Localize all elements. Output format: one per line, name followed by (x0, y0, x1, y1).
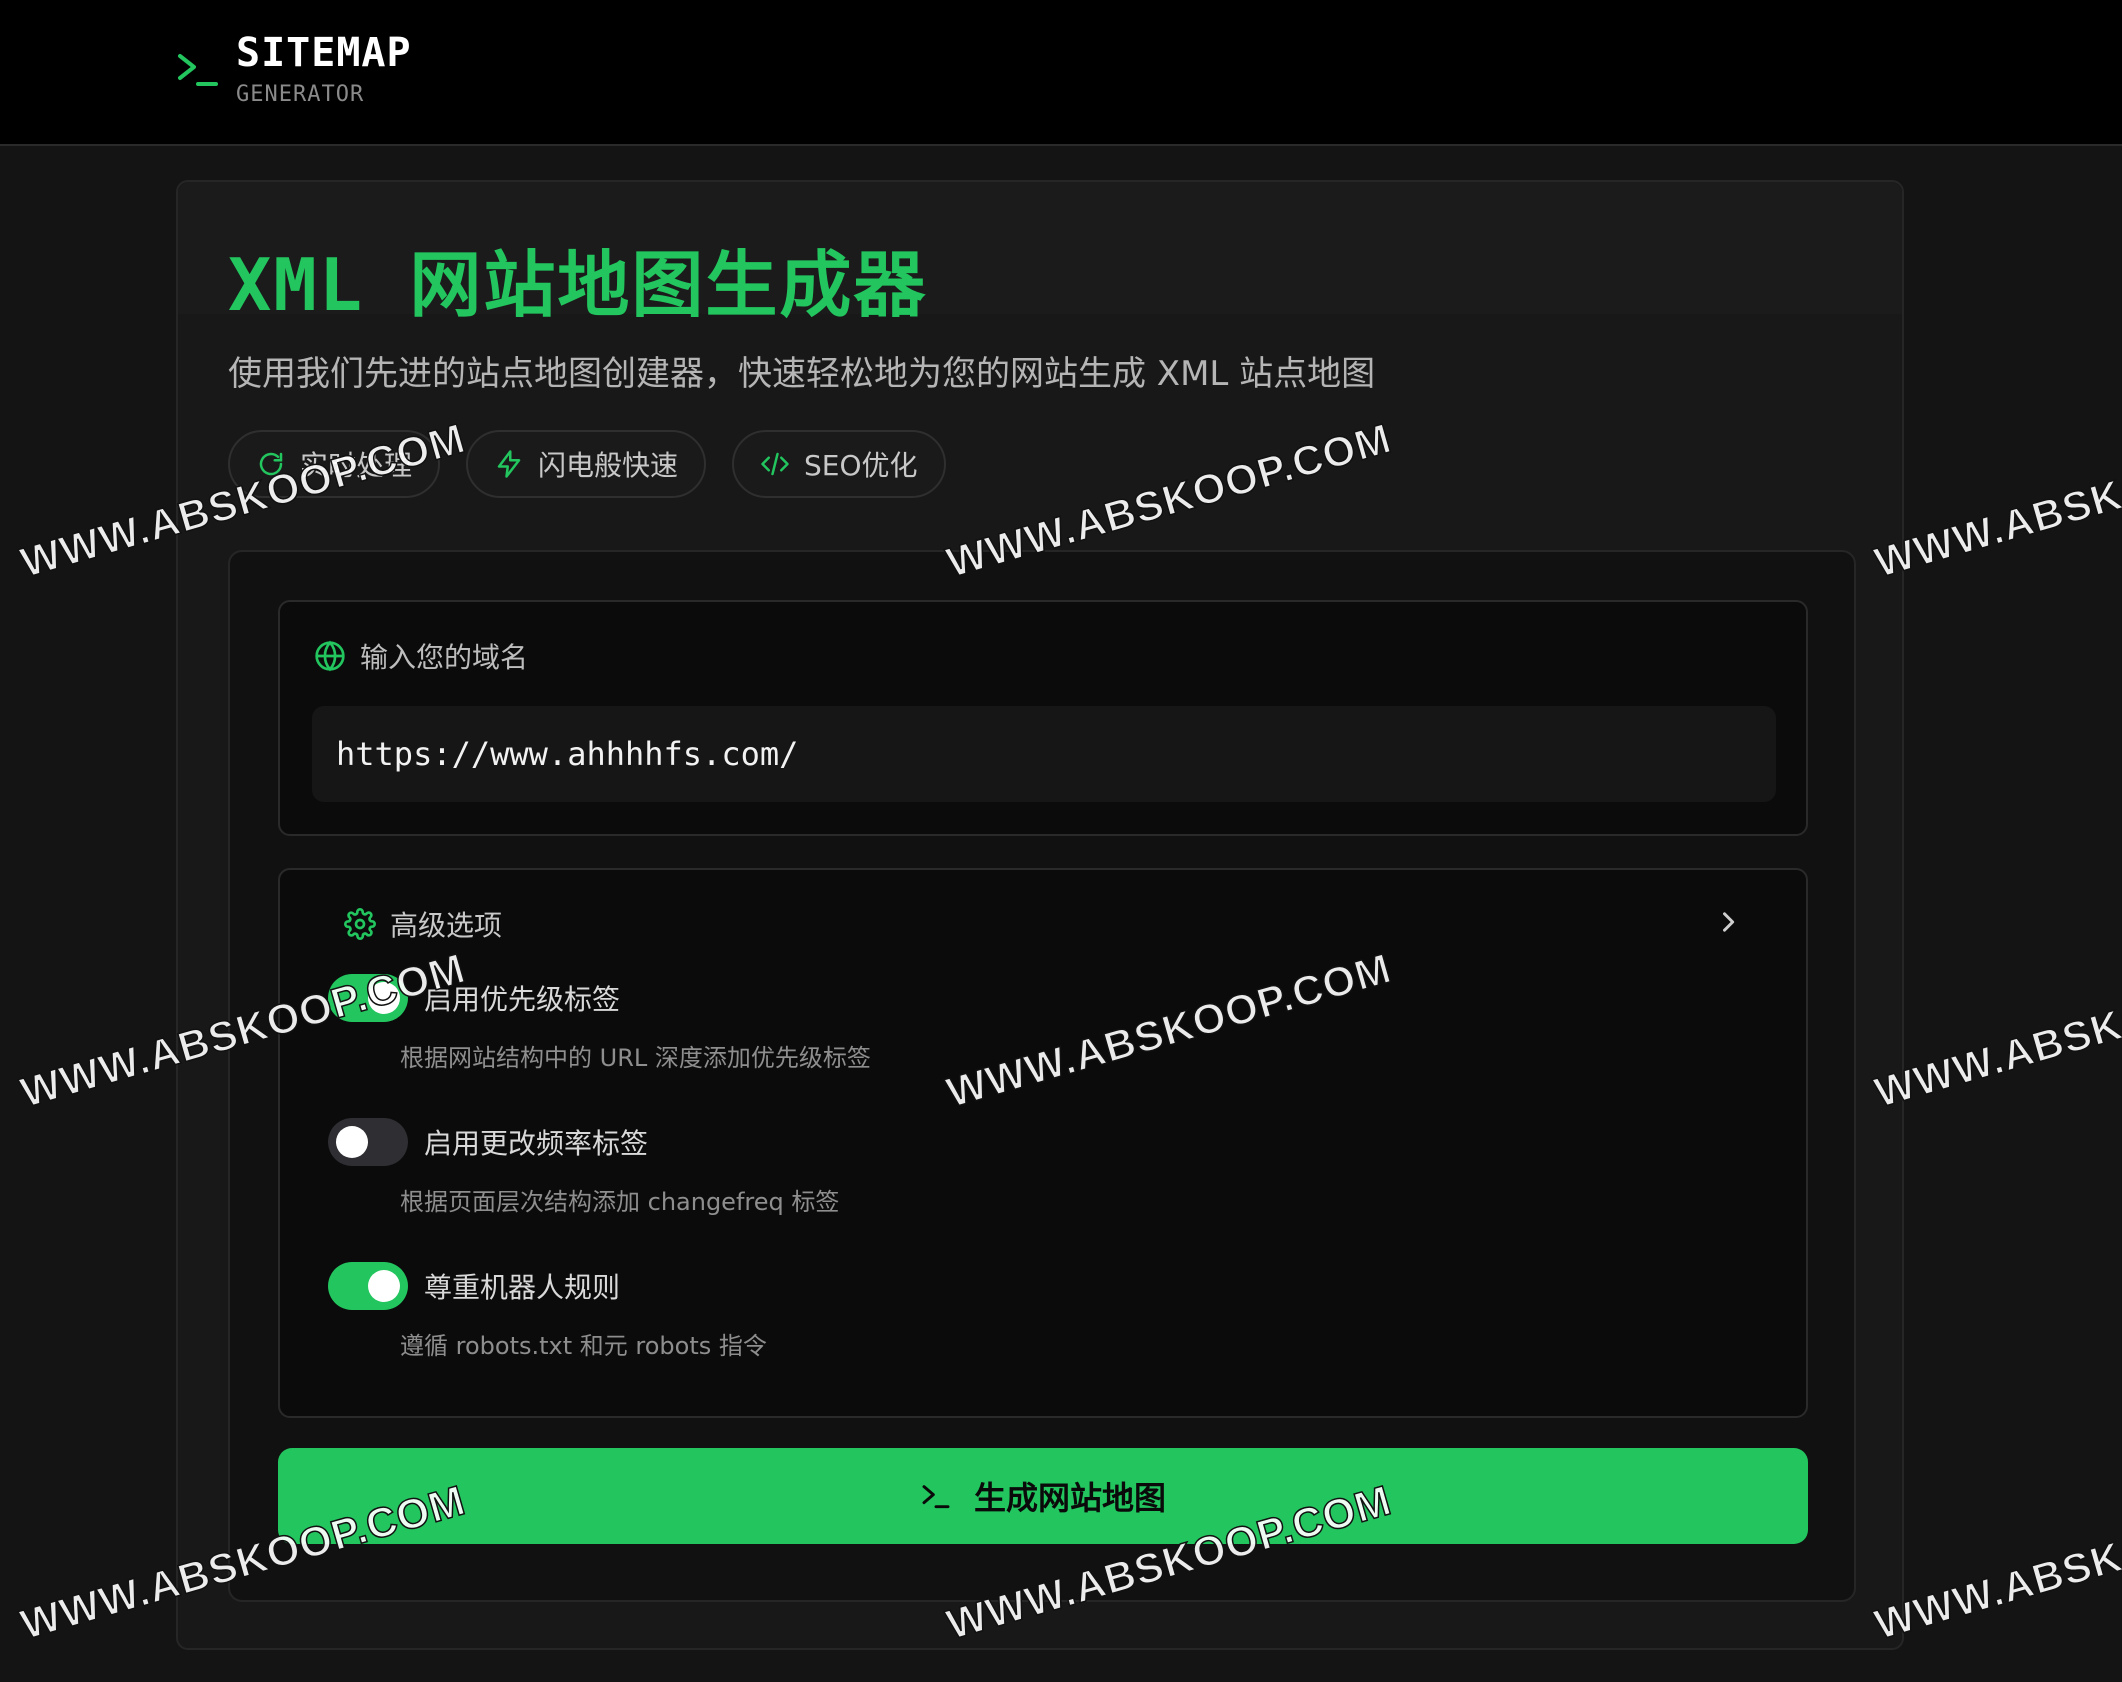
feature-badges: 实时处理 闪电般快速 SEO优化 (228, 430, 946, 498)
badge-label: 闪电般快速 (538, 449, 679, 482)
toggle-knob (368, 1270, 400, 1302)
refresh-icon (259, 452, 283, 476)
advanced-options: 高级选项 启用优先级标签 根据网站结构中的 URL 深度添加优先级标签 启用更改… (278, 868, 1808, 1418)
toggle-knob (368, 982, 400, 1014)
option-label: 启用更改频率标签 (424, 1127, 649, 1160)
watermark: WWW.ABSKOOP.COM (1869, 943, 2122, 1117)
code-icon (761, 452, 789, 476)
badge-seo: SEO优化 (732, 430, 946, 498)
priority-toggle[interactable] (328, 974, 408, 1022)
lightning-icon (497, 450, 521, 478)
option-label: 启用优先级标签 (424, 983, 621, 1016)
domain-input[interactable] (312, 706, 1776, 802)
chevron-right-icon[interactable] (1714, 908, 1742, 936)
robots-toggle[interactable] (328, 1262, 408, 1310)
advanced-options-title: 高级选项 (390, 909, 503, 942)
option-description: 遵循 robots.txt 和元 robots 指令 (400, 1332, 767, 1360)
terminal-prompt-icon (178, 54, 218, 86)
generate-sitemap-button[interactable]: 生成网站地图 (278, 1448, 1808, 1544)
badge-fast: 闪电般快速 (466, 430, 707, 498)
domain-section: 输入您的域名 (278, 600, 1808, 836)
globe-icon (315, 640, 345, 672)
watermark: WWW.ABSKOOP.COM (1869, 413, 2122, 587)
brand-title: SITEMAP (236, 30, 412, 76)
page-subtitle: 使用我们先进的站点地图创建器，快速轻松地为您的网站生成 XML 站点地图 (228, 354, 1376, 394)
badge-label: 实时处理 (300, 449, 413, 482)
option-label: 尊重机器人规则 (424, 1271, 621, 1304)
watermark: WWW.ABSKOOP.COM (1869, 1475, 2122, 1649)
brand[interactable]: SITEMAP GENERATOR (176, 28, 412, 107)
domain-label: 输入您的域名 (314, 636, 528, 676)
brand-subtitle: GENERATOR (236, 82, 365, 107)
toggle-knob (336, 1126, 368, 1158)
domain-label-text: 输入您的域名 (360, 641, 529, 674)
form-panel: 输入您的域名 高级选项 启用优先级标签 根据网站结构中的 URL 深度添加优先级… (228, 550, 1856, 1602)
advanced-options-header[interactable]: 高级选项 (344, 904, 502, 944)
changefreq-toggle[interactable] (328, 1118, 408, 1166)
page-title: XML 网站地图生成器 (228, 243, 928, 327)
main-card: XML 网站地图生成器 使用我们先进的站点地图创建器，快速轻松地为您的网站生成 … (176, 180, 1904, 1650)
top-bar: SITEMAP GENERATOR (0, 0, 2122, 146)
badge-realtime: 实时处理 (228, 430, 441, 498)
badge-label: SEO优化 (804, 449, 918, 482)
terminal-prompt-icon (922, 1485, 950, 1509)
gear-icon (344, 908, 376, 940)
option-description: 根据页面层次结构添加 changefreq 标签 (400, 1188, 840, 1216)
generate-button-label: 生成网站地图 (973, 1480, 1166, 1516)
option-description: 根据网站结构中的 URL 深度添加优先级标签 (400, 1044, 871, 1072)
